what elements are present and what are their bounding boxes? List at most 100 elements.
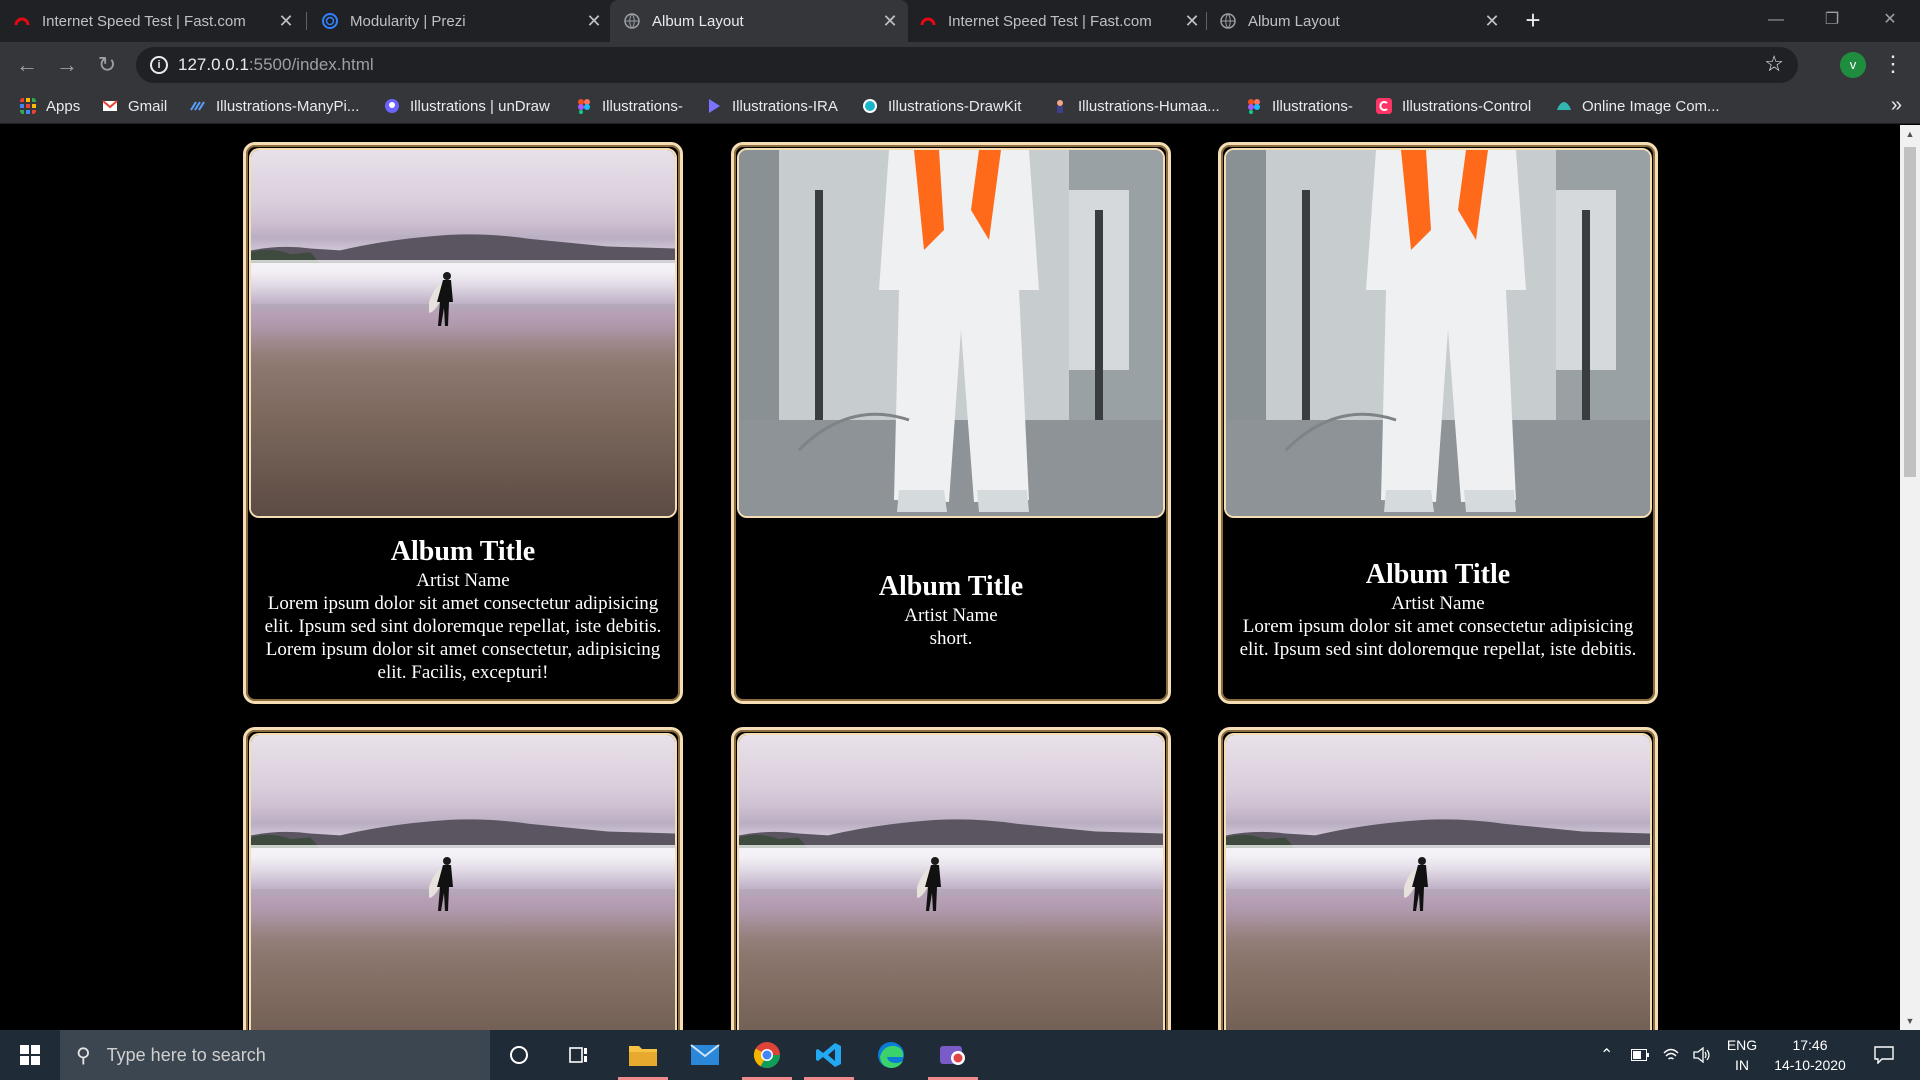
close-tab-icon[interactable]: ✕ bbox=[584, 11, 604, 32]
scrollbar-thumb[interactable] bbox=[1904, 147, 1916, 477]
album-cover-image bbox=[1224, 733, 1652, 1030]
protective-suit-photo bbox=[739, 150, 1163, 516]
bookmark-undraw[interactable]: Illustrations | unDraw bbox=[384, 96, 550, 116]
close-tab-icon[interactable]: ✕ bbox=[1182, 11, 1202, 32]
site-info-icon[interactable]: i bbox=[150, 56, 168, 74]
minimize-button[interactable]: — bbox=[1756, 6, 1796, 34]
album-card[interactable]: Album Title Artist Name Lorem ipsum dolo… bbox=[1218, 142, 1658, 704]
image-compressor-icon bbox=[1557, 102, 1571, 110]
album-card[interactable]: Album Title Artist Name short. bbox=[731, 142, 1171, 704]
edge-button[interactable] bbox=[862, 1030, 920, 1080]
globe-icon bbox=[1220, 13, 1236, 29]
scroll-down-icon[interactable]: ▼ bbox=[1900, 1012, 1920, 1030]
address-bar[interactable]: i 127.0.0.1:5500/index.html ☆ bbox=[136, 47, 1798, 83]
windows-taskbar: ⚲ Type here to search ⌃ ENG IN 17:46 14-… bbox=[0, 1030, 1920, 1080]
tab-title: Album Layout bbox=[1248, 12, 1340, 30]
mail-button[interactable] bbox=[676, 1030, 734, 1080]
bookmark-gmail[interactable]: Gmail bbox=[102, 96, 167, 116]
bookmark-star-icon[interactable]: ☆ bbox=[1764, 51, 1784, 77]
cortana-button[interactable] bbox=[490, 1030, 548, 1080]
restore-button[interactable]: ❐ bbox=[1812, 6, 1852, 34]
close-window-button[interactable]: ✕ bbox=[1870, 6, 1910, 34]
reload-button[interactable]: ↻ bbox=[92, 50, 122, 80]
action-center-button[interactable] bbox=[1864, 1030, 1904, 1080]
tab-album-layout-2[interactable]: Album Layout ✕ bbox=[1220, 0, 1510, 42]
page-scrollbar[interactable]: ▲ ▼ bbox=[1900, 125, 1920, 1030]
fast-com-icon bbox=[14, 17, 30, 26]
tab-strip: Internet Speed Test | Fast.com ✕ Modular… bbox=[0, 0, 1920, 42]
tab-title: Album Layout bbox=[652, 12, 744, 30]
tab-separator bbox=[1206, 12, 1207, 30]
bookmark-drawkit[interactable]: Illustrations-DrawKit bbox=[862, 96, 1021, 116]
search-icon: ⚲ bbox=[76, 1044, 91, 1067]
bookmark-humaaans[interactable]: Illustrations-Humaa... bbox=[1052, 96, 1220, 116]
album-cover-image bbox=[249, 148, 677, 518]
tab-title: Internet Speed Test | Fast.com bbox=[42, 12, 246, 30]
album-card[interactable] bbox=[731, 727, 1171, 1030]
bookmark-label: Online Image Com... bbox=[1582, 97, 1720, 115]
album-card[interactable]: Album Title Artist Name Lorem ipsum dolo… bbox=[243, 142, 683, 704]
album-card[interactable] bbox=[1218, 727, 1658, 1030]
artist-name: Artist Name bbox=[904, 604, 998, 626]
album-description: Lorem ipsum dolor sit amet consectetur a… bbox=[264, 593, 662, 683]
profile-avatar[interactable]: v bbox=[1840, 52, 1866, 78]
tab-fast-com-2[interactable]: Internet Speed Test | Fast.com ✕ bbox=[920, 0, 1210, 42]
globe-icon bbox=[624, 13, 640, 29]
chrome-button[interactable] bbox=[738, 1030, 796, 1080]
language-indicator[interactable]: ENG IN bbox=[1722, 1030, 1762, 1080]
bookmark-figma-2[interactable]: Illustrations- bbox=[1246, 96, 1353, 116]
album-info: Album Title Artist Name Lorem ipsum dolo… bbox=[246, 518, 680, 701]
bookmark-control[interactable]: Illustrations-Control bbox=[1376, 96, 1531, 116]
task-view-button[interactable] bbox=[550, 1030, 608, 1080]
beach-surfer-photo bbox=[739, 735, 1163, 1030]
clock[interactable]: 17:46 14-10-2020 bbox=[1768, 1030, 1852, 1080]
wifi-icon[interactable] bbox=[1663, 1047, 1679, 1063]
bookmarks-overflow-icon[interactable]: » bbox=[1891, 94, 1902, 117]
file-explorer-button[interactable] bbox=[614, 1030, 672, 1080]
show-hidden-icons-icon[interactable]: ⌃ bbox=[1600, 1045, 1613, 1065]
back-button[interactable]: ← bbox=[12, 50, 42, 80]
album-title: Album Title bbox=[1365, 559, 1511, 590]
artist-name: Artist Name bbox=[416, 570, 510, 591]
bookmark-image-compressor[interactable]: Online Image Com... bbox=[1556, 96, 1720, 116]
album-info: Album Title Artist Name Lorem ipsum dolo… bbox=[1221, 518, 1655, 701]
bookmark-ira[interactable]: Illustrations-IRA bbox=[706, 96, 838, 116]
bookmark-label: Illustrations- bbox=[602, 97, 683, 115]
close-tab-icon[interactable]: ✕ bbox=[276, 11, 296, 32]
protective-suit-photo bbox=[1226, 150, 1650, 516]
video-editor-icon bbox=[940, 1046, 965, 1065]
control-icon bbox=[1376, 98, 1392, 114]
close-tab-icon[interactable]: ✕ bbox=[880, 11, 900, 32]
beach-surfer-photo bbox=[1226, 735, 1650, 1030]
menu-kebab-icon[interactable]: ⋮ bbox=[1882, 50, 1904, 78]
vscode-button[interactable] bbox=[800, 1030, 858, 1080]
tab-title: Internet Speed Test | Fast.com bbox=[948, 12, 1152, 30]
bookmark-label: Illustrations- bbox=[1272, 97, 1353, 115]
folder-icon bbox=[629, 1046, 657, 1066]
volume-icon[interactable] bbox=[1693, 1047, 1711, 1063]
new-tab-button[interactable]: + bbox=[1518, 6, 1548, 36]
bookmark-label: Illustrations-DrawKit bbox=[888, 97, 1022, 115]
bookmark-manypixels[interactable]: Illustrations-ManyPi... bbox=[190, 96, 359, 116]
tab-fast-com-1[interactable]: Internet Speed Test | Fast.com ✕ bbox=[14, 0, 304, 42]
taskbar-search-box[interactable]: ⚲ Type here to search bbox=[60, 1030, 490, 1080]
tab-prezi[interactable]: Modularity | Prezi ✕ bbox=[322, 0, 612, 42]
fast-com-icon bbox=[920, 17, 936, 26]
scroll-up-icon[interactable]: ▲ bbox=[1900, 125, 1920, 143]
battery-icon[interactable] bbox=[1631, 1049, 1650, 1061]
beach-surfer-photo bbox=[251, 150, 675, 516]
figma-icon bbox=[578, 99, 590, 114]
close-tab-icon[interactable]: ✕ bbox=[1482, 11, 1502, 32]
bookmark-label: Illustrations-IRA bbox=[732, 97, 838, 115]
bookmarks-bar: Apps Gmail Illustrations-ManyPi... Illus… bbox=[0, 88, 1920, 124]
photos-button[interactable] bbox=[924, 1030, 982, 1080]
tab-album-layout-active[interactable]: Album Layout ✕ bbox=[610, 0, 908, 42]
bookmark-apps[interactable]: Apps bbox=[20, 96, 80, 116]
album-card[interactable] bbox=[243, 727, 683, 1030]
system-tray: ⌃ bbox=[1600, 1030, 1711, 1080]
beach-surfer-photo bbox=[251, 735, 675, 1030]
start-button[interactable] bbox=[0, 1030, 60, 1080]
album-info: Album Title Artist Name short. bbox=[734, 518, 1168, 701]
forward-button[interactable]: → bbox=[52, 50, 82, 80]
bookmark-figma-1[interactable]: Illustrations- bbox=[576, 96, 683, 116]
